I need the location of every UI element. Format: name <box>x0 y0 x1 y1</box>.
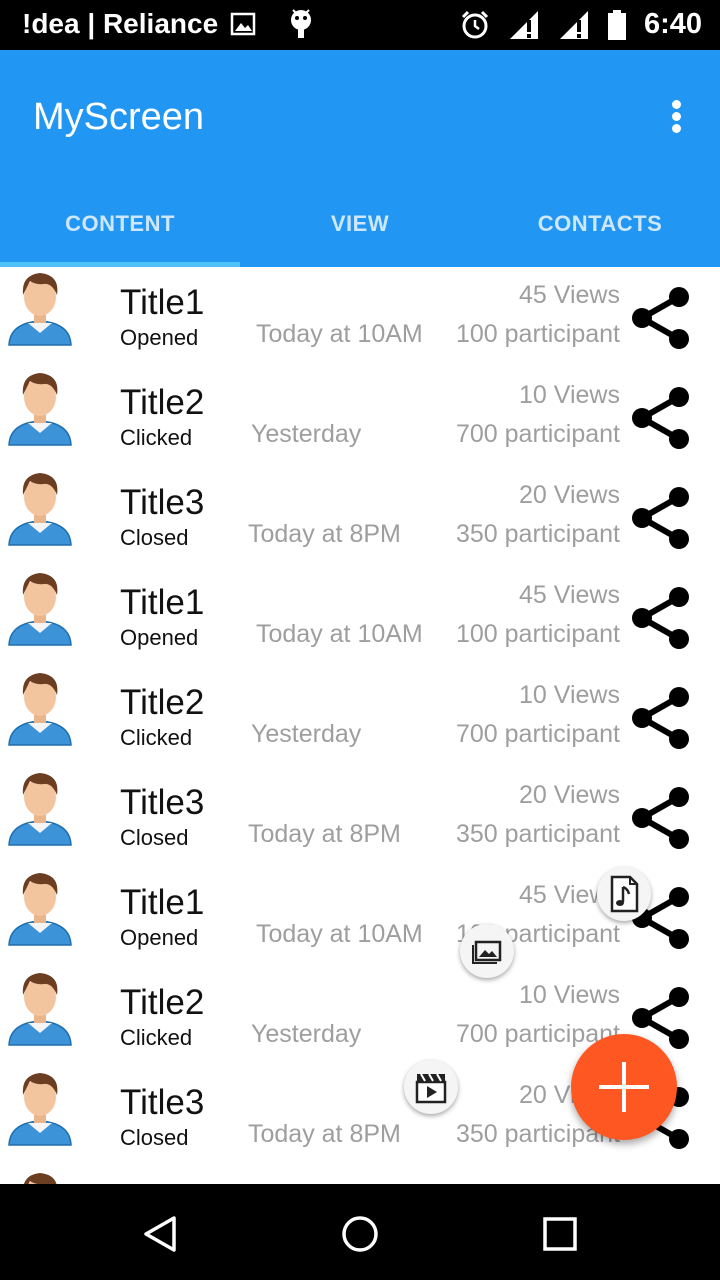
list-item[interactable]: Title1 Opened Today at 10AM 45 Views 100 par… <box>0 267 720 367</box>
recents-icon[interactable] <box>538 1212 582 1256</box>
clock: 6:40 <box>643 8 702 40</box>
item-title: Title1 <box>120 583 205 622</box>
home-icon[interactable] <box>338 1212 382 1256</box>
item-status: Closed <box>120 525 189 550</box>
signal-icon <box>559 10 588 39</box>
tab-label: CONTENT <box>65 210 175 236</box>
item-time: Yesterday <box>251 1020 362 1048</box>
tab-label: VIEW <box>330 210 390 236</box>
carrier-label: !dea | Reliance <box>22 8 219 39</box>
item-title: Title1 <box>120 283 205 322</box>
item-participants: 350 participant <box>455 520 620 548</box>
page-title: MyScreen <box>33 96 205 138</box>
item-time: Today at 8PM <box>248 520 401 548</box>
alarm-icon <box>461 10 489 38</box>
share-icon[interactable] <box>628 385 694 451</box>
list-item[interactable]: Title2 Clicked Yesterday 10 Views 700 partic… <box>0 367 720 467</box>
item-status: Clicked <box>120 1025 193 1050</box>
share-icon[interactable] <box>628 585 694 651</box>
list-item[interactable]: Title3 Closed Today at 8PM 20 Views 350 part… <box>0 467 720 567</box>
list-item-partial <box>0 1167 720 1184</box>
android-icon <box>291 9 312 38</box>
item-time: Yesterday <box>251 720 362 748</box>
item-status: Opened <box>120 925 199 950</box>
item-title: Title3 <box>120 1083 205 1122</box>
avatar <box>6 767 74 847</box>
item-participants: 100 participant <box>455 620 620 648</box>
plus-icon <box>599 1062 649 1112</box>
status-left: !dea | Reliance <box>22 8 314 40</box>
tab-bar: CONTENT VIEW CONTACTS <box>0 180 720 267</box>
back-icon[interactable] <box>138 1212 182 1256</box>
image-icon <box>230 12 256 36</box>
music-file-button[interactable] <box>597 867 651 921</box>
video-clapper-icon <box>415 1073 447 1104</box>
avatar <box>6 867 74 947</box>
item-participants: 100 participant <box>455 320 620 348</box>
share-icon[interactable] <box>628 685 694 751</box>
battery-icon <box>607 9 626 40</box>
avatar <box>6 367 74 447</box>
avatar <box>6 1067 74 1147</box>
item-views: 10 Views <box>519 681 620 709</box>
item-status: Opened <box>120 325 199 350</box>
item-status: Closed <box>120 825 189 850</box>
share-icon[interactable] <box>628 285 694 351</box>
overflow-menu-icon[interactable] <box>664 100 688 140</box>
tab-content[interactable]: CONTENT <box>0 180 240 267</box>
tab-contacts[interactable]: CONTACTS <box>480 180 720 267</box>
item-status: Clicked <box>120 425 193 450</box>
avatar <box>6 1167 74 1184</box>
avatar <box>6 267 74 347</box>
item-status: Closed <box>120 1125 189 1150</box>
item-title: Title2 <box>120 383 205 422</box>
item-participants: 350 participant <box>455 820 620 848</box>
list-item[interactable]: Title1 Opened Today at 10AM 45 Views 100 par… <box>0 567 720 667</box>
music-file-icon <box>610 875 639 913</box>
item-participants: 700 participant <box>455 420 620 448</box>
item-time: Today at 10AM <box>256 620 423 648</box>
image-button[interactable] <box>460 924 514 978</box>
avatar <box>6 667 74 747</box>
item-time: Yesterday <box>251 420 362 448</box>
item-views: 10 Views <box>519 381 620 409</box>
item-views: 20 Views <box>519 781 620 809</box>
item-time: Today at 8PM <box>248 820 401 848</box>
item-title: Title2 <box>120 683 205 722</box>
item-views: 45 Views <box>519 581 620 609</box>
item-title: Title2 <box>120 983 205 1022</box>
item-views: 20 Views <box>519 481 620 509</box>
list-item[interactable]: Title2 Clicked Yesterday 10 Views 700 partic… <box>0 667 720 767</box>
item-status: Clicked <box>120 725 193 750</box>
image-icon <box>472 940 502 964</box>
item-title: Title1 <box>120 883 205 922</box>
signal-icon <box>509 10 538 39</box>
item-title: Title3 <box>120 783 205 822</box>
item-time: Today at 10AM <box>256 320 423 348</box>
list-item[interactable]: Title3 Closed Today at 8PM 20 Views 350 part… <box>0 767 720 867</box>
item-time: Today at 10AM <box>256 920 423 948</box>
navigation-bar <box>0 1184 720 1280</box>
avatar <box>6 967 74 1047</box>
item-status: Opened <box>120 625 199 650</box>
avatar <box>6 467 74 547</box>
video-button[interactable] <box>404 1060 458 1114</box>
share-icon[interactable] <box>628 785 694 851</box>
add-fab-button[interactable] <box>571 1034 677 1140</box>
avatar <box>6 567 74 647</box>
item-title: Title3 <box>120 483 205 522</box>
status-right: 6:40 <box>460 8 702 41</box>
tab-label: CONTACTS <box>537 210 663 236</box>
status-bar: !dea | Reliance 6:40 <box>0 0 720 50</box>
item-views: 45 Views <box>519 281 620 309</box>
item-views: 10 Views <box>519 981 620 1009</box>
item-participants: 700 participant <box>455 720 620 748</box>
app-bar: MyScreen CONTENT VIEW CONTACTS <box>0 50 720 267</box>
share-icon[interactable] <box>628 485 694 551</box>
item-time: Today at 8PM <box>248 1120 401 1148</box>
tab-view[interactable]: VIEW <box>240 180 480 267</box>
